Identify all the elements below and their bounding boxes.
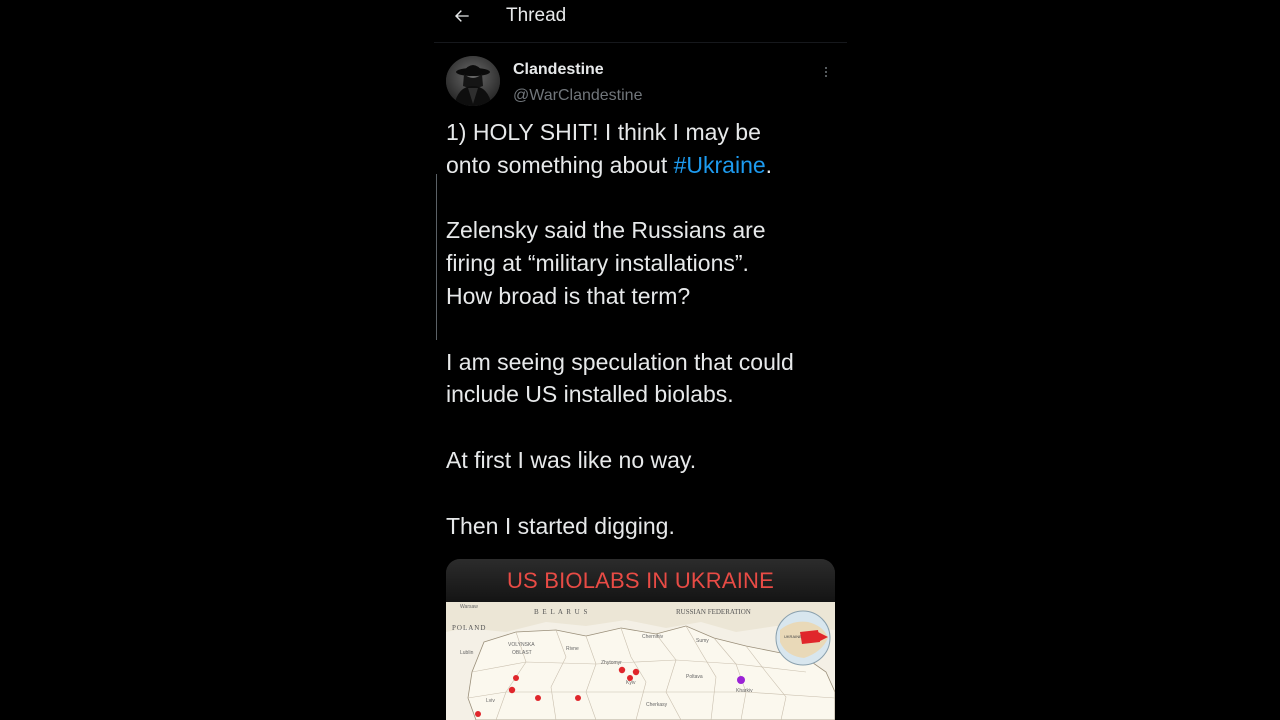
map-label: Sumy <box>696 638 709 644</box>
tweet-line: 1) HOLY SHIT! I think I may be <box>446 119 761 145</box>
hashtag-link[interactable]: #Ukraine <box>674 152 766 178</box>
page-title: Thread <box>506 5 567 26</box>
tweet-paragraph: At first I was like no way. <box>446 444 841 477</box>
map-label: UKRAINE <box>784 634 802 639</box>
map-graphic: POLAND B E L A R U S RUSSIAN FEDERATION … <box>446 602 835 720</box>
biolab-marker <box>632 668 640 676</box>
tweet-paragraph: Then I started digging. <box>446 510 841 543</box>
tweet-paragraph: I am seeing speculation that could inclu… <box>446 346 841 412</box>
author-handle[interactable]: @WarClandestine <box>513 87 642 105</box>
thread-connector-line <box>436 174 437 340</box>
tweet-punctuation: . <box>765 151 773 178</box>
tweet-line: At first I was like no way. <box>446 446 697 473</box>
tweet-line: include US installed biolabs. <box>446 381 734 408</box>
more-vertical-icon <box>825 67 827 69</box>
media-title: US BIOLABS IN UKRAINE <box>506 567 775 593</box>
biolab-marker <box>618 666 626 674</box>
ukraine-map: POLAND B E L A R U S RUSSIAN FEDERATION … <box>446 602 835 720</box>
map-label: RUSSIAN FEDERATION <box>676 608 751 616</box>
map-label: Kyiv <box>626 680 636 686</box>
map-label: Poltava <box>686 674 703 680</box>
map-label: Lublin <box>460 650 474 656</box>
author-name[interactable]: Clandestine <box>513 61 604 79</box>
map-label: Zhytomyr <box>601 660 622 666</box>
tweet-line: I am seeing speculation that could <box>446 348 794 375</box>
map-label: Lviv <box>486 698 495 704</box>
more-options-button[interactable] <box>818 62 834 82</box>
biolab-marker <box>627 675 633 681</box>
tweet-line: Then I started digging. <box>446 512 675 539</box>
map-label: Warsaw <box>460 604 478 610</box>
map-label: Cherkasy <box>646 702 668 708</box>
thread-header: Thread <box>434 0 847 43</box>
tweet-line: How broad is that term? <box>446 282 691 309</box>
tweet-line: onto something about <box>446 151 674 178</box>
tweet-line: Zelensky said the Russians are <box>446 217 766 244</box>
thread-screen: Thread Clandestine @WarClandestine 1) HO… <box>434 0 847 720</box>
more-vertical-icon <box>825 71 827 73</box>
biolab-marker <box>575 695 581 701</box>
more-vertical-icon <box>825 75 827 77</box>
biolab-marker <box>475 711 481 717</box>
map-label: Chernihiv <box>642 634 664 640</box>
biolab-marker <box>535 695 541 701</box>
map-label: Rivne <box>566 646 579 652</box>
map-label: VOLYNSKA <box>508 642 535 648</box>
biolab-marker <box>508 686 516 694</box>
map-label: Kharkiv <box>736 688 753 694</box>
media-title-bar: US BIOLABS IN UKRAINE <box>446 559 835 602</box>
tweet-paragraph: Zelensky said the Russians are firing at… <box>446 214 841 312</box>
tweet-line: firing at “military installations”. <box>446 250 749 277</box>
map-label: OBLAST <box>512 650 532 656</box>
tweet-media-image[interactable]: US BIOLABS IN UKRAINE POLAND B E L A R U… <box>446 559 835 720</box>
tweet-text: 1) HOLY SHIT! I think I may be onto some… <box>446 116 841 542</box>
arrow-left-icon <box>455 10 469 22</box>
highlight-marker <box>737 676 745 684</box>
inset-globe: UKRAINE <box>775 610 831 666</box>
hooded-figure-avatar <box>446 56 500 106</box>
tweet-paragraph: 1) HOLY SHIT! I think I may be onto some… <box>446 116 841 182</box>
back-button[interactable] <box>450 4 474 28</box>
biolab-marker <box>513 675 519 681</box>
avatar[interactable] <box>446 56 500 106</box>
map-label: POLAND <box>452 624 486 632</box>
map-label: B E L A R U S <box>534 608 588 616</box>
